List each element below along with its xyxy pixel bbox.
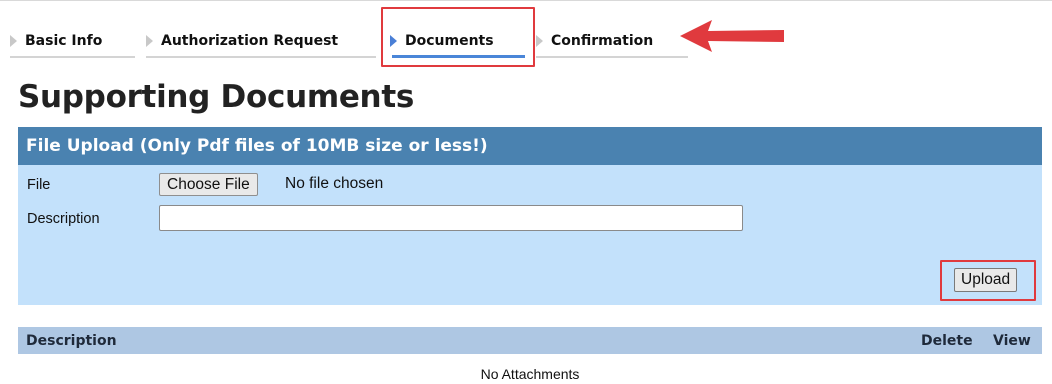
tab-underline — [536, 56, 688, 58]
no-file-chosen-text: No file chosen — [285, 175, 384, 192]
description-label: Description — [27, 211, 100, 227]
column-header-view: View — [993, 333, 1031, 349]
tab-arrow-icon — [10, 35, 17, 47]
pointer-arrow-icon — [680, 20, 784, 52]
attachments-table-header: Description Delete View — [18, 327, 1042, 354]
tab-label: Authorization Request — [161, 33, 339, 49]
description-input[interactable] — [159, 205, 743, 231]
upload-button-highlight — [940, 260, 1036, 301]
page-title: Supporting Documents — [18, 79, 415, 115]
file-upload-panel: File Upload (Only Pdf files of 10MB size… — [18, 127, 1042, 305]
tab-label: Confirmation — [551, 33, 654, 49]
panel-header: File Upload (Only Pdf files of 10MB size… — [18, 127, 1042, 165]
tab-arrow-icon — [536, 35, 543, 47]
file-label: File — [27, 177, 51, 193]
column-header-description: Description — [26, 333, 117, 349]
no-attachments-message: No Attachments — [480, 366, 580, 382]
tab-label: Basic Info — [25, 33, 103, 49]
tab-basic-info[interactable]: Basic Info — [10, 26, 102, 56]
documents-tab-highlight — [381, 7, 535, 67]
tab-underline — [10, 56, 135, 58]
tab-confirmation[interactable]: Confirmation — [536, 26, 653, 56]
tab-authorization-request[interactable]: Authorization Request — [146, 26, 338, 56]
column-header-delete: Delete — [921, 333, 973, 349]
top-divider — [0, 0, 1052, 1]
choose-file-button[interactable]: Choose File — [159, 173, 258, 196]
tab-underline — [146, 56, 376, 58]
tab-arrow-icon — [146, 35, 153, 47]
